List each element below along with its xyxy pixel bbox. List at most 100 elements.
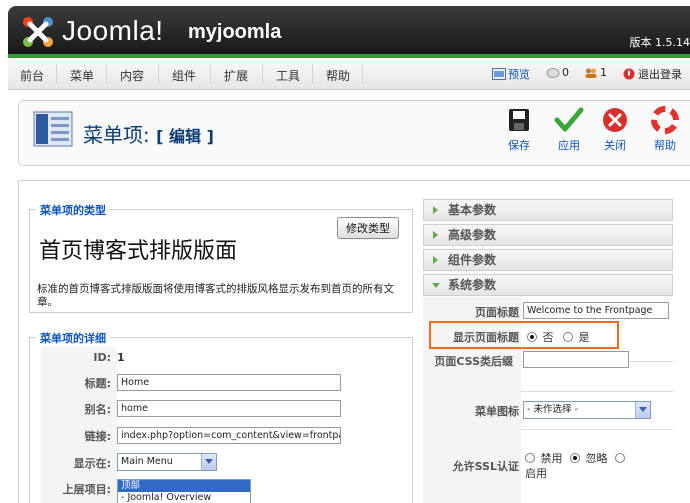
collapsed-arrow-icon — [433, 231, 438, 239]
collapsed-arrow-icon — [433, 206, 438, 214]
site-name: myjoomla — [188, 21, 282, 43]
basic-params-label: 基本参数 — [448, 203, 497, 217]
menu-item-components[interactable]: 组件 — [172, 67, 196, 84]
collapsed-arrow-icon — [433, 256, 438, 264]
apply-button[interactable]: 应用 — [547, 105, 591, 153]
page-title: 菜单项: [ 编辑 ] — [83, 119, 214, 148]
logout-label: 退出登录 — [638, 68, 682, 81]
joomla-logo-icon — [23, 17, 53, 47]
ssl-enable-label: 启用 — [525, 467, 547, 480]
menu-separator — [312, 64, 313, 84]
css-suffix-label: 页面CSS类后缀 — [434, 355, 513, 368]
alias-input[interactable]: home — [117, 400, 341, 417]
title-label: 标题: — [84, 377, 111, 390]
menu-type-title: 首页博客式排版版面 — [39, 239, 238, 264]
edit-form: 菜单项的类型 修改类型 首页博客式排版版面 标准的首页博客式排版版面将使用博客式… — [18, 180, 690, 503]
id-value: 1 — [117, 351, 125, 364]
apply-label: 应用 — [558, 139, 580, 152]
users-icon — [585, 68, 597, 78]
link-label: 链接: — [84, 430, 111, 443]
ssl-disable-radio[interactable] — [525, 453, 535, 463]
users-indicator[interactable]: 1 — [584, 66, 607, 79]
ssl-ignore-radio[interactable] — [570, 453, 580, 463]
ssl-disable-label: 禁用 — [540, 452, 563, 465]
menu-separator — [56, 64, 57, 84]
menu-item-help[interactable]: 帮助 — [326, 67, 350, 84]
parent-label: 上层项目: — [62, 483, 111, 496]
menu-image-value: - 未作选择 - — [527, 404, 578, 415]
chevron-down-icon — [635, 402, 650, 418]
menu-separator — [262, 64, 263, 84]
checkmark-icon — [554, 107, 584, 132]
chevron-down-icon — [201, 454, 216, 470]
expanded-arrow-icon — [432, 283, 440, 288]
save-button[interactable]: 保存 — [497, 105, 541, 153]
display-in-label: 显示在: — [73, 457, 111, 470]
page-title-input[interactable]: Welcome to the Frontpage — [523, 302, 669, 319]
menu-separator — [210, 64, 211, 84]
display-in-select[interactable]: Main Menu — [117, 453, 217, 471]
menu-separator — [158, 64, 159, 84]
help-button[interactable]: 帮助 — [643, 105, 687, 153]
menu-item-extensions[interactable]: 扩展 — [224, 67, 248, 84]
lifebuoy-icon — [651, 106, 679, 134]
details-legend: 菜单项的详细 — [36, 330, 110, 346]
type-legend: 菜单项的类型 — [36, 202, 110, 218]
help-label: 帮助 — [654, 139, 676, 152]
logout-icon — [623, 68, 635, 80]
menu-separator — [362, 64, 363, 84]
close-icon — [603, 108, 627, 132]
change-type-button[interactable]: 修改类型 — [337, 217, 399, 239]
accordion-system-params[interactable]: 系统参数 — [423, 274, 673, 296]
close-label: 关闭 — [604, 139, 626, 152]
parent-listbox[interactable]: 顶部 - Joomla! Overview — [117, 479, 251, 503]
param-divider — [521, 429, 673, 430]
preview-link[interactable]: 预览 — [492, 66, 530, 82]
ssl-radios: 禁用 忽略 启用 — [525, 451, 671, 481]
parent-option[interactable]: - Joomla! Overview — [118, 492, 250, 503]
menu-item-menus[interactable]: 菜单 — [70, 67, 94, 84]
close-button[interactable]: 关闭 — [593, 105, 637, 153]
page-toolbar: 菜单项: [ 编辑 ] 保存 应用 关闭 帮助 — [18, 100, 690, 166]
ssl-ignore-label: 忽略 — [585, 452, 608, 465]
title-input[interactable]: Home — [117, 374, 341, 391]
menu-separator — [106, 64, 107, 84]
menu-item-tools[interactable]: 工具 — [276, 67, 300, 84]
accordion-basic-params[interactable]: 基本参数 — [423, 199, 673, 221]
component-params-label: 组件参数 — [448, 253, 497, 267]
accordion-component-params[interactable]: 组件参数 — [423, 249, 673, 271]
preview-label: 预览 — [508, 68, 530, 81]
page-title-sub: [ 编辑 ] — [156, 127, 214, 146]
admin-header: Joomla! myjoomla 版本 1.5.14 — [8, 6, 690, 58]
logout-link[interactable]: 退出登录 — [622, 66, 682, 82]
accordion-advanced-params[interactable]: 高级参数 — [423, 224, 673, 246]
preview-icon — [492, 68, 506, 80]
save-icon — [509, 109, 529, 131]
page-title-param-label: 页面标题 — [475, 306, 519, 319]
css-suffix-input[interactable] — [523, 351, 629, 368]
menu-item-site[interactable]: 前台 — [20, 67, 44, 84]
joomla-admin-page: Joomla! myjoomla 版本 1.5.14 前台 菜单 内容 组件 扩… — [0, 0, 690, 503]
users-count: 1 — [600, 66, 607, 79]
alias-label: 别名: — [84, 403, 111, 416]
link-input[interactable]: index.php?option=com_content&view=frontp… — [117, 427, 341, 444]
display-in-value: Main Menu — [121, 456, 173, 467]
version-label: 版本 1.5.14 — [629, 36, 690, 49]
parent-option-selected[interactable]: 顶部 — [118, 480, 250, 492]
top-menu-bar: 前台 菜单 内容 组件 扩展 工具 帮助 预览 0 1 退出登录 — [8, 58, 690, 90]
logo-text: Joomla! — [62, 15, 164, 46]
ssl-enable-radio[interactable] — [615, 453, 625, 463]
advanced-params-label: 高级参数 — [448, 228, 497, 242]
menu-manager-icon — [33, 111, 73, 147]
menu-image-select[interactable]: - 未作选择 - — [523, 401, 651, 419]
ssl-label: 允许SSL认证 — [452, 460, 519, 473]
messages-indicator[interactable]: 0 — [546, 66, 569, 79]
menu-type-description: 标准的首页博客式排版版面将使用博客式的排版风格显示发布到首页的所有文章。 — [37, 283, 394, 308]
save-label: 保存 — [508, 139, 530, 152]
menu-item-content[interactable]: 内容 — [120, 67, 144, 84]
messages-count: 0 — [562, 66, 569, 79]
highlight-box — [429, 321, 619, 349]
menu-image-label: 菜单图标 — [475, 405, 519, 418]
param-divider — [521, 391, 673, 392]
system-params-label: 系统参数 — [448, 278, 497, 292]
